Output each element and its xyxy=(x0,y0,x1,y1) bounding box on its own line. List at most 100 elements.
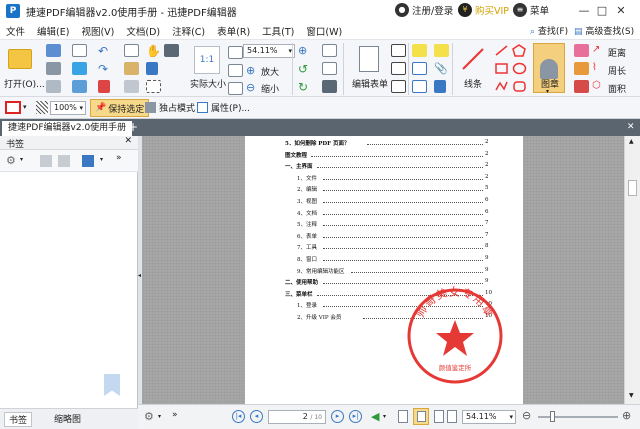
zoom-out-icon[interactable]: ⊖ xyxy=(522,409,531,422)
tab-bookmarks[interactable]: 书签 xyxy=(4,412,33,427)
select-text-button[interactable] xyxy=(146,62,158,75)
last-page-button[interactable]: ▸| xyxy=(349,410,362,423)
properties-button[interactable]: 属性(P)... xyxy=(197,101,250,114)
close-button[interactable]: ✕ xyxy=(614,4,628,18)
select-area-button[interactable] xyxy=(146,80,161,93)
checkbox-field-button[interactable] xyxy=(391,62,406,75)
undo-button[interactable]: ↶ xyxy=(98,44,108,58)
callout-button[interactable] xyxy=(412,80,427,93)
polyline-tool-button[interactable] xyxy=(494,80,509,93)
advanced-find-button[interactable]: ▤ 高级查找(S) xyxy=(574,24,634,37)
attach-file-button[interactable]: 📎 xyxy=(434,62,448,75)
scrollbar-thumb[interactable] xyxy=(628,180,637,196)
gear-icon[interactable]: ⚙ xyxy=(144,410,154,423)
toc-entry[interactable]: 二、使用帮助 xyxy=(285,278,318,286)
double-chevron-down-icon[interactable]: » xyxy=(116,153,122,163)
next-page-button[interactable]: ▸ xyxy=(331,410,344,423)
sound-button[interactable] xyxy=(434,80,446,93)
cloud-tool-button[interactable] xyxy=(512,80,527,93)
find-button[interactable]: ⌕ 查找(F) xyxy=(530,24,568,37)
double-chevron-down-icon[interactable]: » xyxy=(172,410,178,420)
first-page-button[interactable]: |◂ xyxy=(232,410,245,423)
expand-bookmarks-icon[interactable] xyxy=(40,155,52,167)
polygon-tool-button[interactable] xyxy=(512,44,527,57)
toc-entry[interactable]: 2、升级 VIP 会员 xyxy=(297,313,341,321)
pdf-page[interactable]: 5．如何删除 PDF 页面？ 2 图文教程 2 一、主界面 2 1、文件 2 2、编辑 5 3、视图… xyxy=(245,136,523,404)
toc-entry[interactable]: 4、文档 xyxy=(297,209,317,217)
toc-entry[interactable]: 1、登录 xyxy=(297,301,317,309)
sticky-note-button[interactable] xyxy=(434,44,449,57)
fill-pattern-icon[interactable] xyxy=(36,101,48,114)
radio-field-button[interactable] xyxy=(391,80,406,93)
perimeter-button[interactable]: ⌇ xyxy=(592,62,597,73)
opacity-select[interactable]: 100% ▾ xyxy=(50,101,86,115)
scroll-up-icon[interactable]: ▲ xyxy=(629,138,634,145)
menu-view[interactable]: 视图(V) xyxy=(75,24,120,38)
gear-icon[interactable]: ⚙ xyxy=(6,154,16,167)
line-color-swatch[interactable] xyxy=(5,101,21,114)
line-tool-button[interactable] xyxy=(460,46,486,72)
textbox-button[interactable] xyxy=(412,62,427,75)
delete-button[interactable] xyxy=(124,80,139,93)
toc-entry[interactable]: 一、主界面 xyxy=(285,162,313,170)
toc-entry[interactable]: 3、视图 xyxy=(297,197,317,205)
email-button[interactable] xyxy=(72,44,87,57)
buy-vip-button[interactable]: ¥ 购买VIP xyxy=(458,3,509,17)
single-page-view-icon[interactable] xyxy=(398,410,408,423)
fit-page-button[interactable] xyxy=(228,46,243,59)
toc-entry[interactable]: 5．如何删除 PDF 页面？ xyxy=(285,139,349,147)
scroll-down-icon[interactable]: ▼ xyxy=(629,392,634,399)
toc-entry[interactable]: 7、工具 xyxy=(297,243,317,251)
back-icon[interactable]: ◀ xyxy=(371,410,379,423)
close-tab-icon[interactable]: ✕ xyxy=(627,120,635,135)
menu-comment[interactable]: 注释(C) xyxy=(166,24,211,38)
collapse-bookmarks-icon[interactable] xyxy=(58,155,70,167)
status-zoom-select[interactable]: 54.11% ▾ xyxy=(462,410,516,424)
chevron-down-icon[interactable]: ▾ xyxy=(100,156,103,163)
toc-entry[interactable]: 8、窗口 xyxy=(297,255,317,263)
scan-button[interactable] xyxy=(46,80,61,93)
document-tab[interactable]: 捷速PDF编辑器v2.0使用手册 xyxy=(2,121,133,136)
menu-edit[interactable]: 编辑(E) xyxy=(31,24,75,38)
chevron-down-icon[interactable]: ▾ xyxy=(383,413,386,420)
chevron-down-icon[interactable]: ▾ xyxy=(158,413,161,420)
area-button[interactable]: ⬡ xyxy=(592,80,601,91)
menu-document[interactable]: 文档(D) xyxy=(120,24,166,38)
edit-form-button[interactable] xyxy=(357,45,381,73)
convert-button[interactable] xyxy=(72,80,87,93)
insert-page-button[interactable] xyxy=(322,44,337,57)
extract-page-button[interactable] xyxy=(322,62,337,75)
zoom-in-button[interactable]: ⊕ xyxy=(246,64,255,77)
previous-page-button[interactable]: ◂ xyxy=(250,410,263,423)
tab-thumbnails[interactable]: 缩略图 xyxy=(50,412,85,425)
cut-button[interactable] xyxy=(98,80,110,93)
hand-tool-button[interactable]: ✋ xyxy=(146,44,161,58)
pencil-button[interactable] xyxy=(574,80,589,93)
rotate-left-button[interactable]: ↺ xyxy=(298,62,308,76)
typewriter-button[interactable] xyxy=(412,44,427,57)
toc-entry[interactable]: 6、表单 xyxy=(297,232,317,240)
copy-button[interactable] xyxy=(124,44,139,57)
distance-button[interactable]: ↗ xyxy=(592,44,600,55)
add-bookmark-icon[interactable] xyxy=(82,155,94,167)
new-tab-button[interactable]: + xyxy=(128,120,138,135)
zoom-out-button[interactable]: ⊖ xyxy=(246,81,255,94)
maximize-button[interactable]: □ xyxy=(595,4,609,18)
toc-entry[interactable]: 5、注释 xyxy=(297,220,317,228)
toc-entry[interactable]: 1、文件 xyxy=(297,174,317,182)
highlight-button[interactable] xyxy=(574,62,589,75)
toc-entry[interactable]: 图文教程 xyxy=(285,151,307,159)
menu-button[interactable]: ≡ 菜单 xyxy=(513,3,549,17)
facing-view-icon[interactable] xyxy=(434,410,444,423)
save-button[interactable] xyxy=(46,44,61,57)
page-number-field[interactable]: 2 / 10 xyxy=(268,410,326,424)
vertical-scrollbar[interactable]: ▲ ▼ xyxy=(624,136,640,404)
snapshot-button[interactable] xyxy=(164,44,179,57)
redo-button[interactable]: ↷ xyxy=(98,62,108,76)
login-button[interactable]: ● 注册/登录 xyxy=(395,3,453,17)
fit-visible-button[interactable] xyxy=(228,82,243,95)
continuous-view-button[interactable] xyxy=(413,408,429,425)
continuous-facing-view-icon[interactable] xyxy=(447,410,457,423)
close-icon[interactable]: ✕ xyxy=(124,136,132,146)
rectangle-tool-button[interactable] xyxy=(494,62,509,75)
